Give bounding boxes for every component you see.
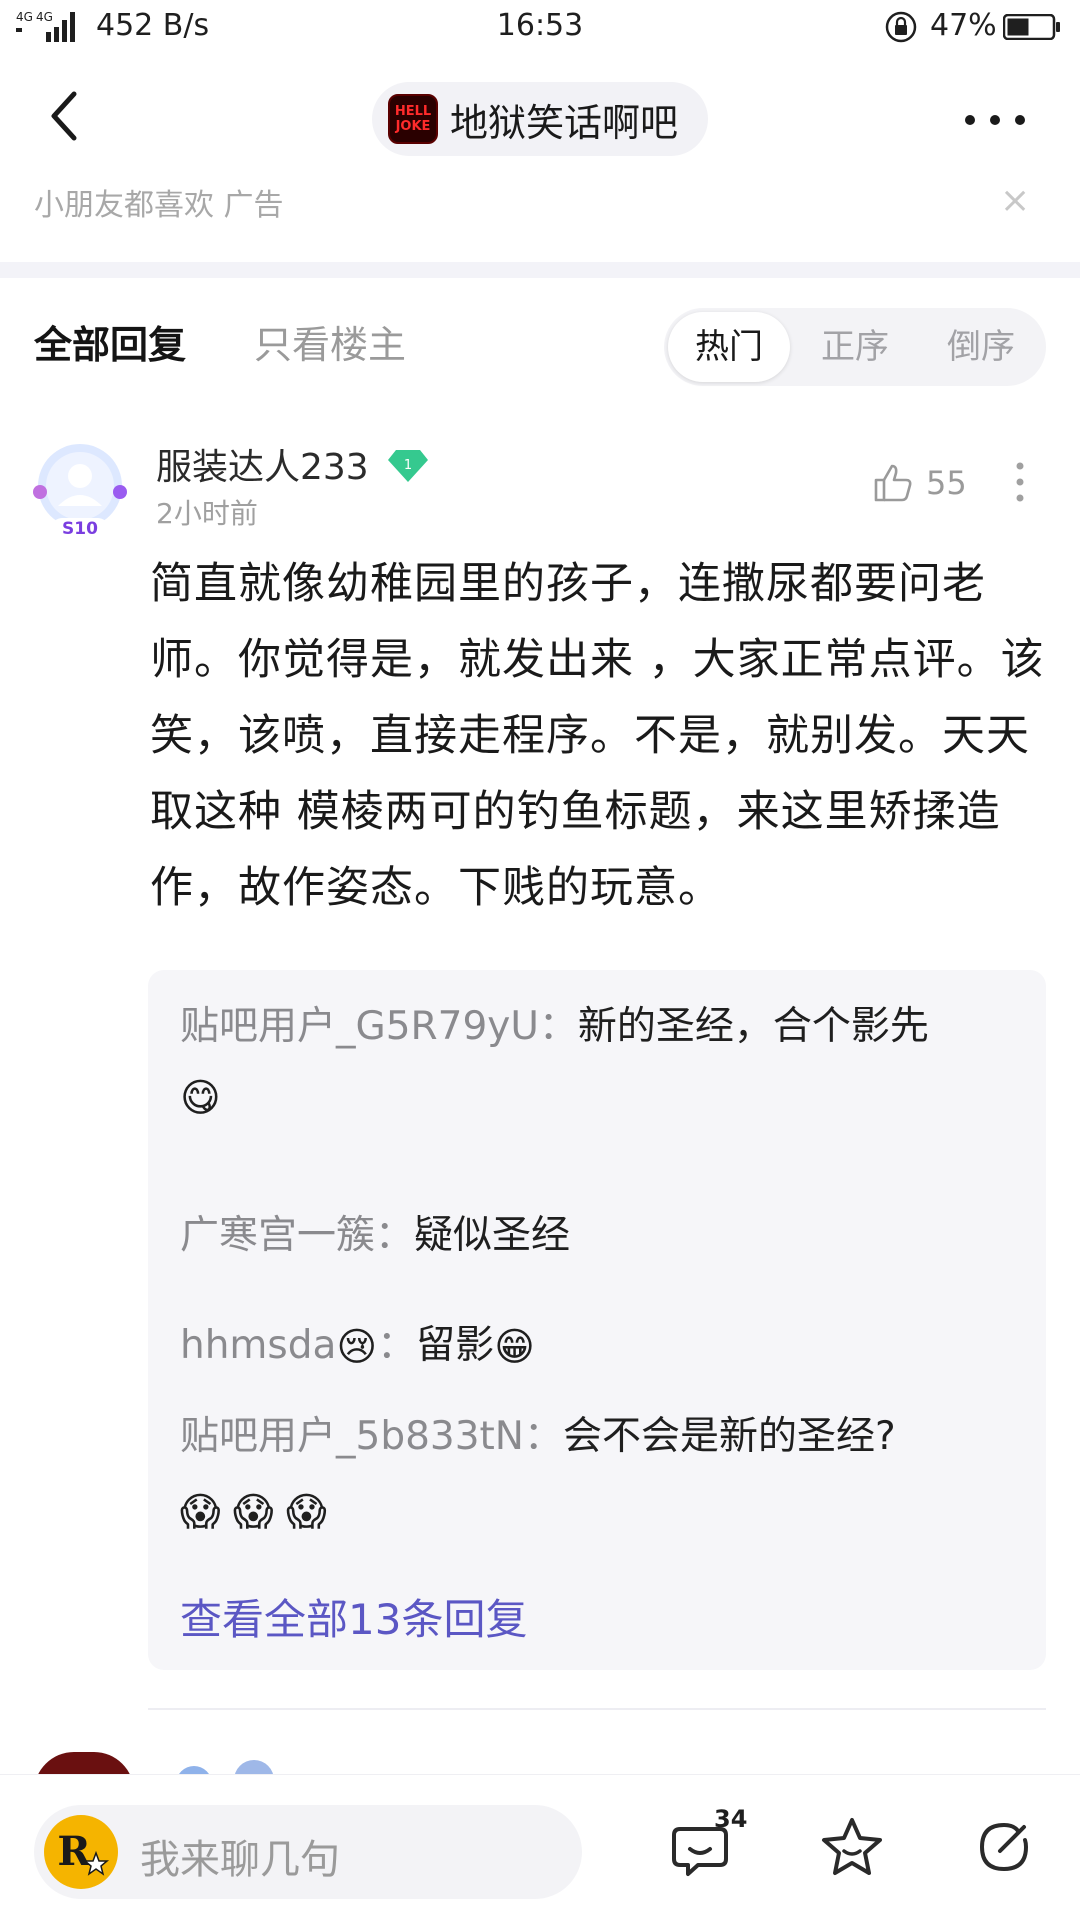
sub-reply-text: 留影 [416, 1323, 495, 1368]
sub-reply-text: 新的圣经，合个影先 [577, 1004, 929, 1049]
comment-text: 简直就像幼稚园里的孩子，连撒尿都要问老师。你觉得是，就发出来 ，大家正常点评。该… [150, 559, 1045, 913]
comment-separator [148, 1708, 1046, 1710]
sub-reply-user[interactable]: hhmsda [180, 1323, 336, 1368]
yum-emoji-icon: 😋 [180, 1075, 221, 1121]
scream-emoji-icon: 😱 😱 😱 [180, 1489, 327, 1535]
sub-reply: 贴吧用户_5b833tN：会不会是新的圣经? 😱 😱 😱 [180, 1400, 1020, 1550]
reply-tabs: 全部回复 只看楼主 热门 正序 倒序 [0, 278, 1080, 388]
avatar-badge: S10 [62, 519, 98, 539]
view-all-replies-link[interactable]: 查看全部13条回复 [180, 1586, 527, 1647]
comment-username[interactable]: 服装达人233 [156, 438, 369, 490]
thumbs-up-icon[interactable] [872, 460, 916, 504]
tab-all-replies[interactable]: 全部回复 [34, 314, 186, 369]
user-avatar[interactable]: R [44, 1815, 118, 1889]
sub-replies-box[interactable]: 贴吧用户_G5R79yU：新的圣经，合个影先 😋 广寒宫一簇：疑似圣经 hhms… [148, 970, 1046, 1670]
avatar[interactable]: S10 [30, 440, 130, 540]
svg-text:R: R [57, 1828, 91, 1875]
section-divider [0, 262, 1080, 278]
grin-emoji-icon: 😁 [494, 1325, 535, 1370]
sub-reply-user[interactable]: 广寒宫一簇： [180, 1213, 414, 1258]
sub-reply: 广寒宫一簇：疑似圣经 [180, 1204, 570, 1260]
forum-title-pill[interactable]: HELL JOKE 地狱笑话啊吧 [372, 82, 708, 156]
more-options-icon[interactable] [960, 110, 1030, 130]
reply-count-badge: 34 [714, 1805, 748, 1833]
sub-reply-text: 疑似圣经 [414, 1213, 571, 1258]
comment-time: 2小时前 [156, 497, 258, 530]
forum-logo: HELL JOKE [388, 94, 438, 144]
sub-reply: 贴吧用户_G5R79yU：新的圣经，合个影先 😋 [180, 992, 1000, 1134]
status-bar: 4G 4G 452 B/s 16:53 47% [0, 0, 1080, 56]
comment-more-icon[interactable] [1014, 460, 1026, 504]
reply-placeholder: 我来聊几句 [140, 1837, 340, 1883]
ad-strip[interactable]: 小朋友都喜欢 广告 × [0, 186, 1080, 266]
rotation-lock-icon [885, 11, 917, 43]
sort-hot[interactable]: 热门 [668, 312, 790, 382]
share-icon[interactable] [974, 1817, 1034, 1877]
top-navigation: HELL JOKE 地狱笑话啊吧 [0, 56, 1080, 186]
back-arrow-icon[interactable] [40, 86, 90, 146]
tab-op-only[interactable]: 只看楼主 [254, 314, 406, 369]
r-logo-icon: R [57, 1828, 110, 1876]
sub-reply-text: 会不会是新的圣经? [562, 1414, 896, 1459]
ad-label: 小朋友都喜欢 广告 [34, 188, 284, 223]
forum-name: 地狱笑话啊吧 [450, 100, 679, 145]
level-diamond-icon: 1 [388, 450, 428, 482]
crying-emoji-icon: 😢 [336, 1325, 378, 1370]
battery-icon [1003, 14, 1060, 40]
sort-descending[interactable]: 倒序 [920, 308, 1042, 386]
comment-item: S10 服装达人233 1 2小时前 55 简直就像幼稚园里的孩子，连撒尿都要问… [0, 430, 1080, 1710]
sub-reply-user[interactable]: 贴吧用户_G5R79yU： [180, 1004, 578, 1049]
reply-input[interactable]: R 我来聊几句 [34, 1805, 582, 1899]
bottom-bar: R 我来聊几句 34 [0, 1774, 1080, 1921]
svg-text:1: 1 [404, 458, 412, 473]
sub-reply: hhmsda😢：留影😁 [180, 1323, 535, 1370]
sort-toggle: 热门 正序 倒序 [664, 308, 1046, 386]
sub-reply-user[interactable]: 贴吧用户_5b833tN： [180, 1414, 563, 1459]
like-count: 55 [926, 464, 967, 502]
clock: 16:53 [496, 8, 584, 43]
ad-close-icon[interactable]: × [1000, 186, 1030, 221]
battery-percent: 47% [930, 8, 997, 43]
sort-ascending[interactable]: 正序 [794, 308, 916, 386]
favorite-star-icon[interactable] [820, 1815, 884, 1879]
